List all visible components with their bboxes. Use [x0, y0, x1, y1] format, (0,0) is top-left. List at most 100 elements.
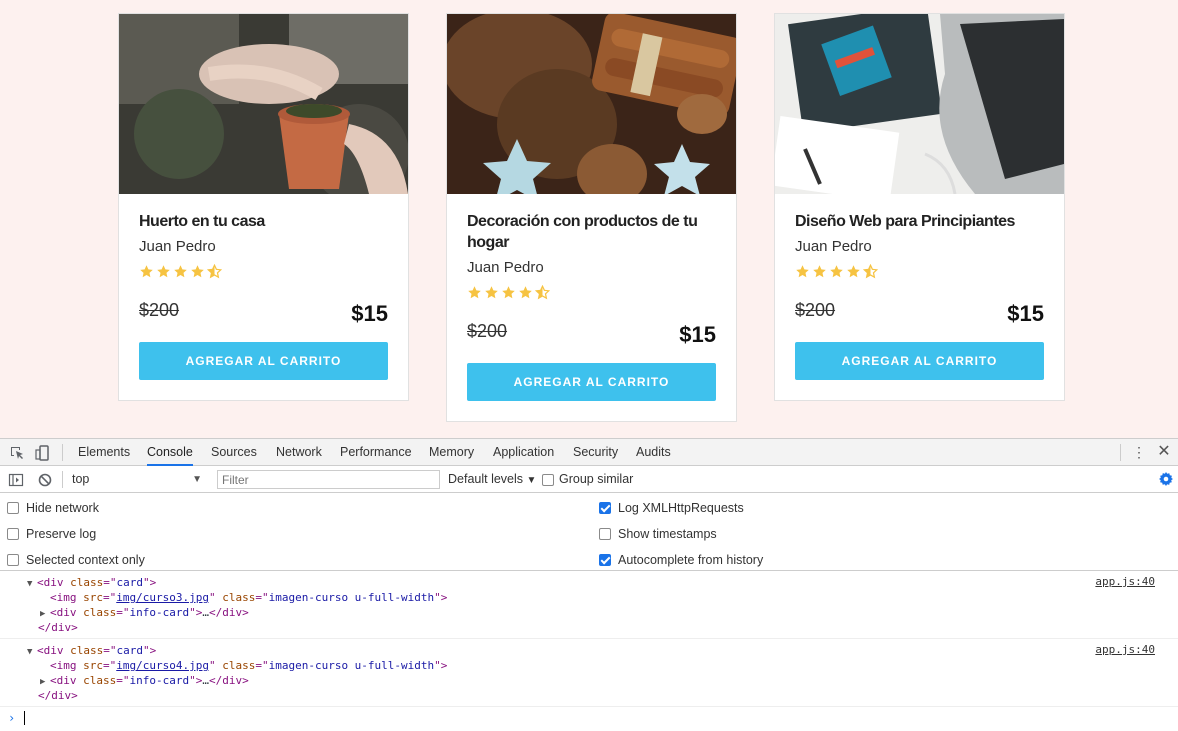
log-xmlhttprequests-checkbox[interactable]	[599, 502, 611, 514]
rating-stars	[139, 264, 388, 282]
console-prompt[interactable]: ›	[0, 707, 1178, 729]
price-row: $200 $15	[139, 292, 388, 332]
selected-context-only-label: Selected context only	[26, 553, 145, 567]
preserve-log-label: Preserve log	[26, 527, 97, 541]
device-toolbar-icon[interactable]	[35, 445, 51, 461]
chevron-down-icon: ▼	[192, 474, 202, 485]
node-close-line: </div>	[38, 621, 78, 634]
group-similar-option[interactable]: Group similar	[542, 470, 633, 489]
price-row: $200 $15	[795, 292, 1044, 332]
group-similar-checkbox[interactable]	[542, 473, 554, 486]
star-icon	[830, 265, 843, 278]
log-xmlhttprequests-option[interactable]: Log XMLHttpRequests	[599, 499, 744, 517]
course-title: Diseño Web para Principiantes	[795, 213, 1015, 230]
course-image-decoration	[447, 14, 736, 194]
info-card-node-line[interactable]: ▶ <div class="info-card">…</div>	[0, 605, 1178, 620]
gear-icon[interactable]	[1158, 471, 1174, 487]
star-icon	[174, 265, 187, 278]
context-value: top	[72, 472, 90, 486]
price-row: $200 $15	[467, 313, 716, 353]
inspect-element-icon[interactable]	[9, 445, 25, 461]
prompt-chevron-icon: ›	[8, 711, 16, 725]
img-src-link[interactable]: img/curso4.jpg	[116, 659, 209, 672]
toolbar-divider	[62, 471, 63, 488]
star-icon	[502, 286, 515, 299]
half-star-icon	[863, 264, 878, 279]
selected-context-only-option[interactable]: Selected context only	[7, 551, 145, 569]
add-to-cart-button[interactable]: AGREGAR AL CARRITO	[795, 342, 1044, 380]
rating-stars	[795, 264, 1044, 282]
new-price: $15	[1007, 301, 1044, 326]
star-icon	[191, 265, 204, 278]
log-levels-dropdown[interactable]: Default levels ▼	[448, 470, 536, 489]
devtools-tabbar: Elements Console Sources Network Perform…	[0, 439, 1178, 466]
img-node-line[interactable]: <img src="img/curso4.jpg" class="imagen-…	[0, 658, 1178, 673]
tab-audits[interactable]: Audits	[636, 439, 671, 466]
source-link[interactable]: app.js:40	[1095, 575, 1155, 588]
star-icon	[157, 265, 170, 278]
console-entry: ▼ <div class="card"> <img src="img/curso3…	[0, 571, 1178, 639]
console-settings: Hide network Preserve log Selected conte…	[0, 493, 1178, 571]
selected-context-only-checkbox[interactable]	[7, 554, 19, 566]
clear-console-icon[interactable]	[37, 472, 53, 488]
info-card-node-line[interactable]: ▶ <div class="info-card">…</div>	[0, 673, 1178, 688]
close-icon[interactable]: ✕	[1156, 443, 1172, 461]
course-title: Decoración con productos de tu hogar	[467, 213, 698, 251]
old-price: $200	[139, 300, 180, 320]
tab-elements[interactable]: Elements	[78, 439, 130, 466]
autocomplete-from-history-checkbox[interactable]	[599, 554, 611, 566]
rating-stars	[467, 285, 716, 303]
new-price: $15	[679, 322, 716, 347]
devtools-panel: Elements Console Sources Network Perform…	[0, 438, 1178, 731]
tab-security[interactable]: Security	[573, 439, 618, 466]
show-timestamps-label: Show timestamps	[618, 527, 717, 541]
preserve-log-option[interactable]: Preserve log	[7, 525, 96, 543]
show-timestamps-checkbox[interactable]	[599, 528, 611, 540]
old-price: $200	[467, 321, 508, 341]
tab-memory[interactable]: Memory	[429, 439, 474, 466]
img-src-link[interactable]: img/curso3.jpg	[116, 591, 209, 604]
toolbar-divider	[1120, 444, 1121, 461]
show-sidebar-icon[interactable]	[8, 472, 24, 488]
console-toolbar: top ▼ Default levels ▼ Group similar	[0, 466, 1178, 493]
card-info: Huerto en tu casa Juan Pedro $200 $15 AG…	[119, 194, 408, 400]
add-to-cart-button[interactable]: AGREGAR AL CARRITO	[139, 342, 388, 380]
course-author: Juan Pedro	[795, 238, 872, 255]
star-icon	[519, 286, 532, 299]
preserve-log-checkbox[interactable]	[7, 528, 19, 540]
course-author: Juan Pedro	[139, 238, 216, 255]
img-node-line[interactable]: <img src="img/curso3.jpg" class="imagen-…	[0, 590, 1178, 605]
source-link[interactable]: app.js:40	[1095, 643, 1155, 656]
tab-console[interactable]: Console	[147, 439, 193, 466]
console-output: ▼ <div class="card"> <img src="img/curso3…	[0, 571, 1178, 729]
course-title: Huerto en tu casa	[139, 213, 265, 230]
show-timestamps-option[interactable]: Show timestamps	[599, 525, 717, 543]
text-caret	[24, 711, 25, 725]
node-open-line[interactable]: ▼ <div class="card">	[0, 575, 1178, 590]
star-icon	[847, 265, 860, 278]
chevron-down-icon: ▼	[526, 475, 537, 486]
filter-input[interactable]	[217, 470, 440, 489]
tab-sources[interactable]: Sources	[211, 439, 257, 466]
half-star-icon	[535, 285, 550, 300]
tab-application[interactable]: Application	[493, 439, 554, 466]
add-to-cart-button[interactable]: AGREGAR AL CARRITO	[467, 363, 716, 401]
course-page: Huerto en tu casa Juan Pedro $200 $15 AG…	[0, 0, 1178, 438]
card-info: Decoración con productos de tu hogar Jua…	[447, 194, 736, 421]
more-options-icon[interactable]: ⋮	[1132, 444, 1146, 460]
console-entry: ▼ <div class="card"> <img src="img/curso4…	[0, 639, 1178, 707]
star-icon	[468, 286, 481, 299]
hide-network-option[interactable]: Hide network	[7, 499, 99, 517]
tab-performance[interactable]: Performance	[340, 439, 412, 466]
autocomplete-from-history-option[interactable]: Autocomplete from history	[599, 551, 763, 569]
node-open-line[interactable]: ▼ <div class="card">	[0, 643, 1178, 658]
tab-network[interactable]: Network	[276, 439, 322, 466]
log-levels-label: Default levels	[448, 472, 524, 486]
autocomplete-from-history-label: Autocomplete from history	[618, 553, 764, 567]
star-icon	[813, 265, 826, 278]
hide-network-checkbox[interactable]	[7, 502, 19, 514]
old-price: $200	[795, 300, 836, 320]
context-selector[interactable]: top ▼	[66, 470, 206, 489]
toolbar-divider	[62, 444, 63, 461]
new-price: $15	[351, 301, 388, 326]
